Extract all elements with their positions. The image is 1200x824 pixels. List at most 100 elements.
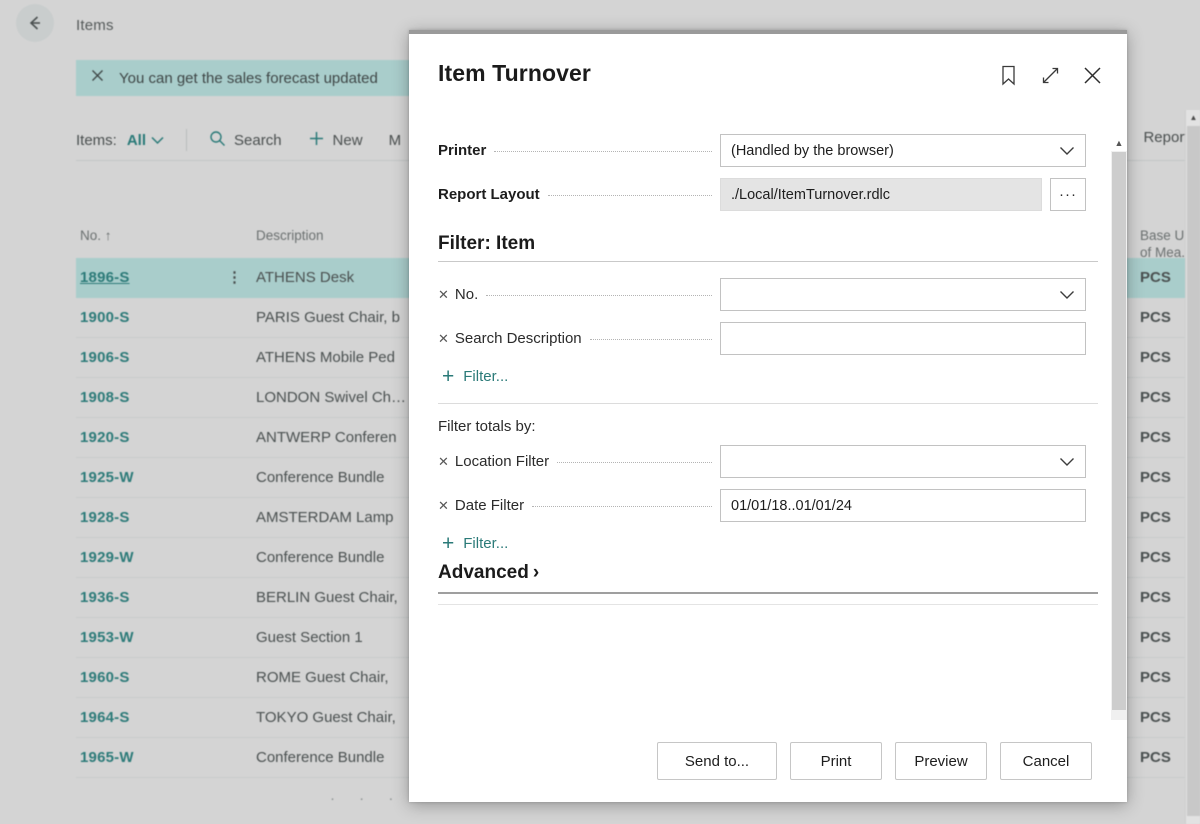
- add-filter-totals-label: Filter...: [463, 535, 509, 552]
- dialog-scrollbar[interactable]: ▲ ▼: [1111, 134, 1127, 750]
- remove-filter-icon[interactable]: ✕: [438, 499, 449, 512]
- leader-dots: [486, 295, 712, 296]
- item-no-link[interactable]: 1960-S: [80, 669, 130, 686]
- printer-label-group: Printer: [438, 142, 720, 159]
- remove-filter-icon[interactable]: ✕: [438, 332, 449, 345]
- add-filter-totals-button[interactable]: + Filter...: [438, 533, 1098, 554]
- send-to-button[interactable]: Send to...: [657, 742, 777, 780]
- expand-icon[interactable]: [1037, 62, 1063, 88]
- new-button[interactable]: New: [308, 130, 363, 151]
- chevron-down-icon: [151, 132, 164, 149]
- printer-value: (Handled by the browser): [731, 142, 894, 159]
- item-no-link[interactable]: 1929-W: [80, 549, 134, 566]
- view-selector[interactable]: All: [127, 132, 164, 149]
- dialog-title: Item Turnover: [438, 60, 591, 86]
- chevron-right-icon: ›: [532, 562, 540, 583]
- item-no-link[interactable]: 1906-S: [80, 349, 130, 366]
- filter-label: No.: [454, 286, 479, 303]
- filter-label-group: ✕ Search Description: [438, 330, 720, 347]
- advanced-rule-secondary: [438, 604, 1098, 605]
- dialog-body: Printer (Handled by the browser) Report …: [409, 134, 1127, 750]
- cell-no[interactable]: 1936-S: [76, 589, 256, 606]
- advanced-section-toggle[interactable]: Advanced ›: [438, 562, 1098, 584]
- report-layout-label: Report Layout: [438, 186, 540, 203]
- plus-icon: +: [442, 365, 455, 388]
- item-no-link[interactable]: 1928-S: [80, 509, 130, 526]
- filter-label: Location Filter: [454, 453, 550, 470]
- dialog-scrollbar-thumb[interactable]: [1112, 152, 1126, 710]
- search-button[interactable]: Search: [209, 130, 282, 151]
- chevron-down-icon[interactable]: [1059, 290, 1075, 300]
- filter-item-rule: [438, 261, 1098, 262]
- add-filter-item-button[interactable]: + Filter...: [438, 366, 1098, 387]
- dialog-header-actions: [995, 62, 1105, 88]
- leader-dots: [494, 151, 712, 152]
- bookmark-icon[interactable]: [995, 62, 1021, 88]
- close-icon[interactable]: [90, 68, 105, 88]
- dialog-footer: Send to... Print Preview Cancel: [409, 720, 1127, 802]
- cell-no[interactable]: 1929-W: [76, 549, 256, 566]
- cell-no[interactable]: 1960-S: [76, 669, 256, 686]
- cell-no[interactable]: 1965-W: [76, 749, 256, 766]
- filter-input[interactable]: [720, 445, 1086, 478]
- cell-no[interactable]: 1964-S: [76, 709, 256, 726]
- report-layout-label-group: Report Layout: [438, 186, 720, 203]
- report-layout-row: Report Layout ./Local/ItemTurnover.rdlc …: [438, 178, 1098, 211]
- item-no-link[interactable]: 1965-W: [80, 749, 134, 766]
- chevron-down-icon[interactable]: [1059, 457, 1075, 467]
- item-no-link[interactable]: 1964-S: [80, 709, 130, 726]
- item-no-link[interactable]: 1920-S: [80, 429, 130, 446]
- view-selector-label: All: [126, 131, 147, 149]
- print-button[interactable]: Print: [790, 742, 882, 780]
- filter-label-group: ✕ Date Filter: [438, 497, 720, 514]
- column-header-no[interactable]: No. ↑: [76, 228, 256, 243]
- cancel-button[interactable]: Cancel: [1000, 742, 1092, 780]
- plus-icon: [308, 130, 325, 151]
- scroll-up-icon[interactable]: ▲: [1111, 134, 1127, 151]
- cell-no[interactable]: 1908-S: [76, 389, 256, 406]
- filter-input[interactable]: [720, 278, 1086, 311]
- filter-input[interactable]: 01/01/18..01/01/24: [720, 489, 1086, 522]
- item-no-link[interactable]: 1900-S: [80, 309, 130, 326]
- report-layout-browse-button[interactable]: ···: [1050, 178, 1086, 211]
- items-filter-label: Items:: [76, 131, 117, 149]
- page-scrollbar-thumb[interactable]: [1187, 126, 1200, 816]
- item-no-link[interactable]: 1953-W: [80, 629, 134, 646]
- cell-no[interactable]: 1896-S ⋮: [76, 269, 256, 286]
- report-layout-field[interactable]: ./Local/ItemTurnover.rdlc: [720, 178, 1042, 211]
- cell-no[interactable]: 1906-S: [76, 349, 256, 366]
- filter-value: 01/01/18..01/01/24: [731, 497, 852, 514]
- remove-filter-icon[interactable]: ✕: [438, 455, 449, 468]
- item-no-link[interactable]: 1936-S: [80, 589, 130, 606]
- cell-no[interactable]: 1953-W: [76, 629, 256, 646]
- add-filter-item-label: Filter...: [463, 368, 509, 385]
- filter-input[interactable]: [720, 322, 1086, 355]
- cell-no[interactable]: 1928-S: [76, 509, 256, 526]
- dialog-header: Item Turnover: [409, 34, 1127, 112]
- filter-label: Date Filter: [454, 497, 525, 514]
- remove-filter-icon[interactable]: ✕: [438, 288, 449, 301]
- report-layout-value: ./Local/ItemTurnover.rdlc: [731, 186, 891, 203]
- filter-item-heading: Filter: Item: [438, 233, 536, 254]
- leader-dots: [547, 195, 712, 196]
- preview-button[interactable]: Preview: [895, 742, 987, 780]
- more-actions-button[interactable]: M: [389, 132, 402, 149]
- cell-no[interactable]: 1920-S: [76, 429, 256, 446]
- back-button[interactable]: [16, 4, 54, 42]
- item-no-link[interactable]: 1925-W: [80, 469, 134, 486]
- leader-dots: [589, 339, 712, 340]
- close-icon[interactable]: [1079, 62, 1105, 88]
- cell-no[interactable]: 1900-S: [76, 309, 256, 326]
- page-scrollbar[interactable]: ▲: [1185, 110, 1200, 824]
- filter-item-rows: ✕ No. ✕ Search Description: [438, 278, 1098, 355]
- more-options-icon[interactable]: ⋮: [227, 270, 242, 285]
- item-no-link[interactable]: 1908-S: [80, 389, 130, 406]
- new-label: New: [332, 131, 363, 149]
- item-no-link[interactable]: 1896-S: [80, 269, 130, 286]
- printer-row: Printer (Handled by the browser): [438, 134, 1098, 167]
- breadcrumb[interactable]: Items: [76, 17, 114, 34]
- scroll-up-icon[interactable]: ▲: [1186, 110, 1200, 125]
- printer-select[interactable]: (Handled by the browser): [720, 134, 1086, 167]
- cell-no[interactable]: 1925-W: [76, 469, 256, 486]
- leader-dots: [557, 462, 712, 463]
